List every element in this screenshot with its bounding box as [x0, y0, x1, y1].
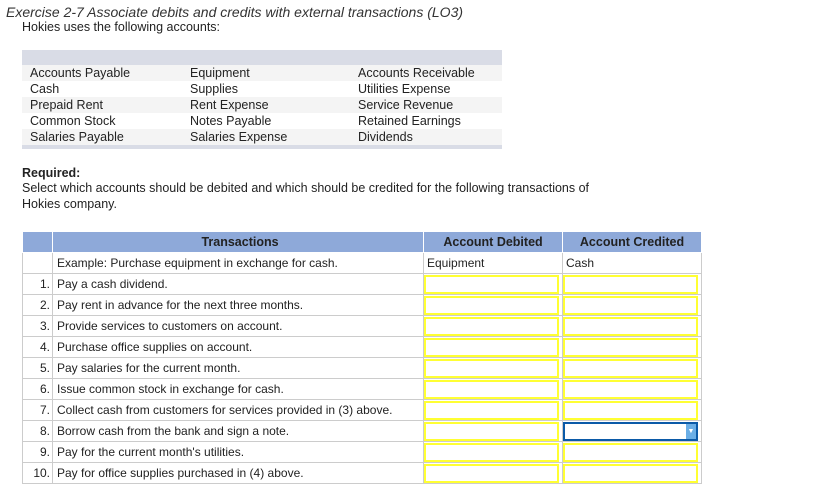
account-debited-select[interactable]	[424, 358, 559, 378]
account-name: Service Revenue	[358, 98, 454, 112]
account-row: Prepaid Rent Rent Expense Service Revenue	[22, 97, 502, 113]
row-number: 2.	[22, 294, 53, 316]
transactions-table: Transactions Account Debited Account Cre…	[22, 231, 702, 484]
account-debited-select[interactable]	[424, 295, 559, 315]
account-name: Notes Payable	[190, 114, 272, 128]
header-credited: Account Credited	[562, 231, 702, 253]
account-row: Common Stock Notes Payable Retained Earnin…	[22, 113, 502, 129]
row-number: 8.	[22, 420, 53, 442]
transaction-row: 10. Pay for office supplies purchased in…	[22, 462, 702, 484]
account-credited-select[interactable]: ▼	[563, 421, 698, 441]
transaction-text: Provide services to customers on account…	[52, 315, 424, 337]
account-debited-select[interactable]	[424, 421, 559, 441]
account-name: Cash	[30, 82, 60, 96]
account-name: Salaries Payable	[30, 130, 124, 144]
row-number: 4.	[22, 336, 53, 358]
accounts-list: Accounts Payable Equipment Accounts Receiv…	[22, 50, 502, 149]
transaction-text: Borrow cash from the bank and sign a not…	[52, 420, 424, 442]
row-number: 1.	[22, 273, 53, 295]
account-debited-select[interactable]	[424, 337, 559, 357]
account-credited-select[interactable]	[563, 274, 698, 294]
account-name: Retained Earnings	[358, 114, 461, 128]
account-name: Prepaid Rent	[30, 98, 103, 112]
transaction-row: 6. Issue common stock in exchange for ca…	[22, 378, 702, 400]
transaction-row: 8. Borrow cash from the bank and sign a …	[22, 420, 702, 442]
account-name: Accounts Payable	[30, 66, 131, 80]
required-text: Select which accounts should be debited …	[22, 181, 590, 211]
account-row: Accounts Payable Equipment Accounts Receiv…	[22, 65, 502, 81]
example-text: Example: Purchase equipment in exchange …	[52, 252, 424, 274]
transaction-row: 1. Pay a cash dividend.	[22, 273, 702, 295]
transaction-text: Purchase office supplies on account.	[52, 336, 424, 358]
row-number: 7.	[22, 399, 53, 421]
header-debited: Account Debited	[423, 231, 563, 253]
transaction-text: Issue common stock in exchange for cash.	[52, 378, 424, 400]
account-credited-select[interactable]	[563, 400, 698, 420]
account-name: Accounts Receivable	[358, 66, 475, 80]
transaction-row: 7. Collect cash from customers for servi…	[22, 399, 702, 421]
account-debited-select[interactable]	[424, 463, 559, 483]
transaction-text: Pay for the current month's utilities.	[52, 441, 424, 463]
account-credited-select[interactable]	[563, 316, 698, 336]
account-name: Rent Expense	[190, 98, 269, 112]
transaction-text: Pay rent in advance for the next three m…	[52, 294, 424, 316]
account-row: Cash Supplies Utilities Expense	[22, 81, 502, 97]
intro-text: Hokies uses the following accounts:	[22, 20, 221, 34]
required-heading: Required:	[22, 166, 81, 180]
account-debited-select[interactable]	[424, 274, 559, 294]
transaction-row: 4. Purchase office supplies on account.	[22, 336, 702, 358]
account-row: Salaries Payable Salaries Expense Dividend…	[22, 129, 502, 145]
transaction-row: 9. Pay for the current month's utilities…	[22, 441, 702, 463]
account-name: Utilities Expense	[358, 82, 451, 96]
account-credited-select[interactable]	[563, 379, 698, 399]
transaction-text: Pay for office supplies purchased in (4)…	[52, 462, 424, 484]
transaction-row: 5. Pay salaries for the current month.	[22, 357, 702, 379]
account-debited-select[interactable]	[424, 379, 559, 399]
account-name: Common Stock	[30, 114, 116, 128]
transaction-text: Pay salaries for the current month.	[52, 357, 424, 379]
transaction-row: 2. Pay rent in advance for the next thre…	[22, 294, 702, 316]
account-name: Dividends	[358, 130, 413, 144]
transaction-text: Pay a cash dividend.	[52, 273, 424, 295]
chevron-down-icon[interactable]: ▼	[686, 423, 696, 439]
row-number: 3.	[22, 315, 53, 337]
account-credited-select[interactable]	[563, 442, 698, 462]
example-row: Example: Purchase equipment in exchange …	[22, 252, 702, 274]
header-transactions: Transactions	[52, 231, 424, 253]
example-debit: Equipment	[423, 252, 563, 274]
exercise-title: Exercise 2-7 Associate debits and credit…	[6, 4, 464, 20]
transaction-text: Collect cash from customers for services…	[52, 399, 424, 421]
transaction-row: 3. Provide services to customers on acco…	[22, 315, 702, 337]
account-name: Supplies	[190, 82, 238, 96]
account-credited-select[interactable]	[563, 295, 698, 315]
required-section: Required: Select which accounts should b…	[22, 166, 622, 212]
account-credited-select[interactable]	[563, 463, 698, 483]
example-credit: Cash	[562, 252, 702, 274]
account-debited-select[interactable]	[424, 400, 559, 420]
row-number: 5.	[22, 357, 53, 379]
account-name: Equipment	[190, 66, 250, 80]
account-debited-select[interactable]	[424, 316, 559, 336]
account-credited-select[interactable]	[563, 358, 698, 378]
account-name: Salaries Expense	[190, 130, 288, 144]
account-debited-select[interactable]	[424, 442, 559, 462]
row-number: 9.	[22, 441, 53, 463]
account-credited-select[interactable]	[563, 337, 698, 357]
row-number: 6.	[22, 378, 53, 400]
row-number: 10.	[22, 462, 53, 484]
